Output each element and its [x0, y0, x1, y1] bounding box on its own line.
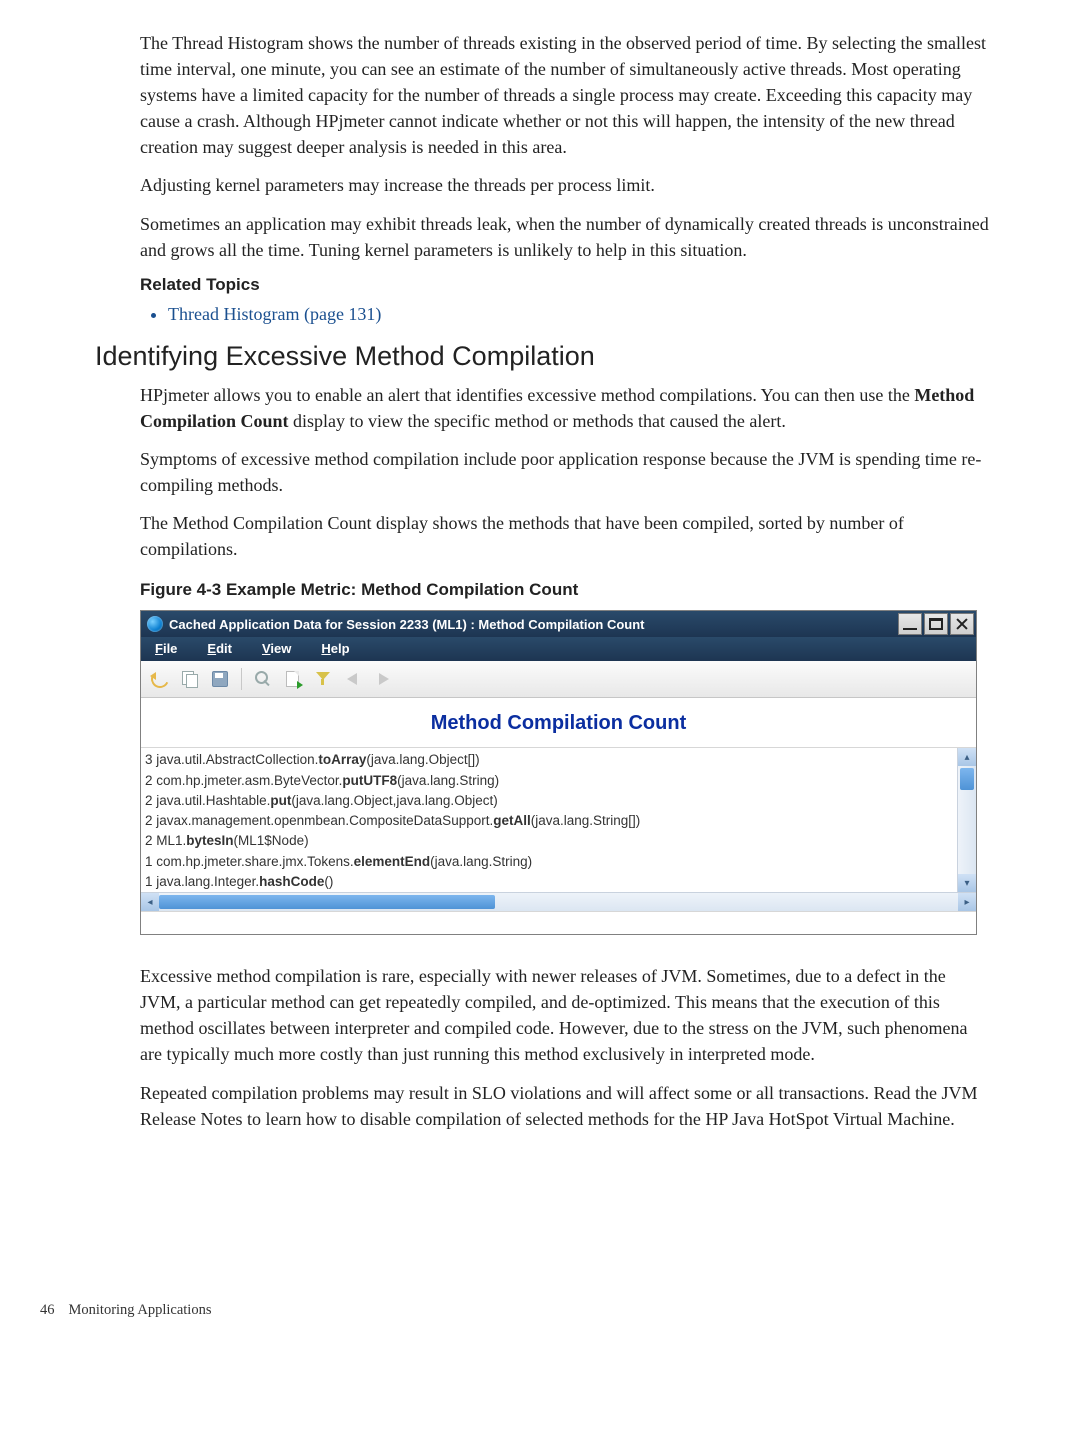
- menu-edit[interactable]: Edit: [207, 641, 232, 656]
- page-footer: 46 Monitoring Applications: [40, 1302, 990, 1319]
- footer-section: Monitoring Applications: [69, 1302, 212, 1319]
- undo-button[interactable]: [147, 667, 173, 691]
- nav-forward-button[interactable]: [370, 667, 396, 691]
- horizontal-scrollbar[interactable]: ◂ ▸: [141, 892, 976, 911]
- method-signature: (java.lang.String): [397, 773, 499, 788]
- method-name: hashCode: [259, 874, 324, 889]
- body-paragraph: Sometimes an application may exhibit thr…: [140, 211, 990, 263]
- method-signature: (): [324, 874, 333, 889]
- screenshot-window: Cached Application Data for Session 2233…: [140, 610, 977, 935]
- list-item[interactable]: 1 java.lang.Integer.hashCode(): [145, 872, 957, 892]
- find-button[interactable]: [250, 667, 276, 691]
- method-prefix: java.util.AbstractCollection.: [153, 752, 319, 767]
- figure-caption: Figure 4-3 Example Metric: Method Compil…: [140, 580, 990, 600]
- scroll-up-icon[interactable]: ▴: [958, 748, 976, 766]
- copy-button[interactable]: [177, 667, 203, 691]
- minimize-button[interactable]: [898, 613, 922, 635]
- method-prefix: com.hp.jmeter.asm.ByteVector.: [153, 773, 343, 788]
- window-title: Cached Application Data for Session 2233…: [169, 617, 645, 632]
- count-value: 2: [145, 793, 153, 808]
- export-button[interactable]: [280, 667, 306, 691]
- menubar: File Edit View Help: [141, 637, 976, 661]
- method-name: bytesIn: [186, 833, 233, 848]
- body-paragraph: HPjmeter allows you to enable an alert t…: [140, 382, 990, 434]
- method-name: put: [270, 793, 291, 808]
- vertical-scrollbar[interactable]: ▴ ▾: [957, 748, 976, 892]
- scroll-right-icon[interactable]: ▸: [958, 893, 976, 911]
- method-prefix: javax.management.openmbean.CompositeData…: [153, 813, 494, 828]
- panel-title: Method Compilation Count: [141, 698, 976, 748]
- body-paragraph: The Method Compilation Count display sho…: [140, 510, 990, 562]
- method-signature: (java.lang.String): [430, 854, 532, 869]
- toolbar: [141, 661, 976, 698]
- related-topics-list: Thread Histogram (page 131): [140, 301, 990, 327]
- scroll-thumb[interactable]: [960, 768, 974, 790]
- count-value: 2: [145, 833, 153, 848]
- method-signature: (java.lang.Object,java.lang.Object): [291, 793, 497, 808]
- method-signature: (ML1$Node): [234, 833, 309, 848]
- method-name: putUTF8: [342, 773, 397, 788]
- page-number: 46: [40, 1302, 55, 1319]
- list-item[interactable]: 2 ML1.bytesIn(ML1$Node): [145, 831, 957, 851]
- scroll-thumb-h[interactable]: [159, 895, 495, 909]
- body-paragraph: The Thread Histogram shows the number of…: [140, 30, 990, 160]
- count-value: 2: [145, 773, 153, 788]
- list-item[interactable]: 2 com.hp.jmeter.asm.ByteVector.putUTF8(j…: [145, 771, 957, 791]
- count-value: 3: [145, 752, 153, 767]
- method-name: elementEnd: [354, 854, 431, 869]
- app-icon: [147, 616, 163, 632]
- count-value: 1: [145, 854, 153, 869]
- method-prefix: com.hp.jmeter.share.jmx.Tokens.: [153, 854, 354, 869]
- menu-view[interactable]: View: [262, 641, 291, 656]
- window-titlebar: Cached Application Data for Session 2233…: [141, 611, 976, 637]
- method-name: toArray: [318, 752, 366, 767]
- body-paragraph: Excessive method compilation is rare, es…: [140, 963, 990, 1067]
- list-item[interactable]: 2 javax.management.openmbean.CompositeDa…: [145, 811, 957, 831]
- method-signature: (java.lang.String[]): [531, 813, 641, 828]
- section-heading: Identifying Excessive Method Compilation: [95, 341, 990, 372]
- method-prefix: java.util.Hashtable.: [153, 793, 271, 808]
- list-item[interactable]: 2 java.util.Hashtable.put(java.lang.Obje…: [145, 791, 957, 811]
- method-prefix: ML1.: [153, 833, 187, 848]
- save-button[interactable]: [207, 667, 233, 691]
- close-button[interactable]: [950, 613, 974, 635]
- method-prefix: java.lang.Integer.: [153, 874, 260, 889]
- export-arrow-icon: [297, 681, 303, 689]
- maximize-button[interactable]: [924, 613, 948, 635]
- scroll-track[interactable]: [958, 792, 976, 874]
- scroll-down-icon[interactable]: ▾: [958, 874, 976, 892]
- body-paragraph: Symptoms of excessive method compilation…: [140, 446, 990, 498]
- body-paragraph: Adjusting kernel parameters may increase…: [140, 172, 990, 198]
- related-topic-item: Thread Histogram (page 131): [168, 301, 990, 327]
- list-item[interactable]: 3 java.util.AbstractCollection.toArray(j…: [145, 750, 957, 770]
- nav-back-button[interactable]: [340, 667, 366, 691]
- menu-help[interactable]: Help: [321, 641, 349, 656]
- count-value: 2: [145, 813, 153, 828]
- toolbar-separator: [241, 668, 242, 690]
- body-paragraph: Repeated compilation problems may result…: [140, 1080, 990, 1132]
- method-signature: (java.lang.Object[]): [366, 752, 479, 767]
- filter-button[interactable]: [310, 667, 336, 691]
- list-item[interactable]: 1 com.hp.jmeter.share.jmx.Tokens.element…: [145, 852, 957, 872]
- scroll-left-icon[interactable]: ◂: [141, 893, 159, 911]
- method-name: getAll: [493, 813, 531, 828]
- status-bar: [141, 911, 976, 934]
- method-list[interactable]: 3 java.util.AbstractCollection.toArray(j…: [141, 748, 957, 892]
- scroll-track-h[interactable]: [159, 893, 958, 911]
- related-topic-link[interactable]: Thread Histogram (page 131): [168, 304, 381, 324]
- window-buttons: [896, 613, 976, 635]
- menu-file[interactable]: File: [155, 641, 177, 656]
- related-topics-heading: Related Topics: [140, 275, 990, 295]
- count-value: 1: [145, 874, 153, 889]
